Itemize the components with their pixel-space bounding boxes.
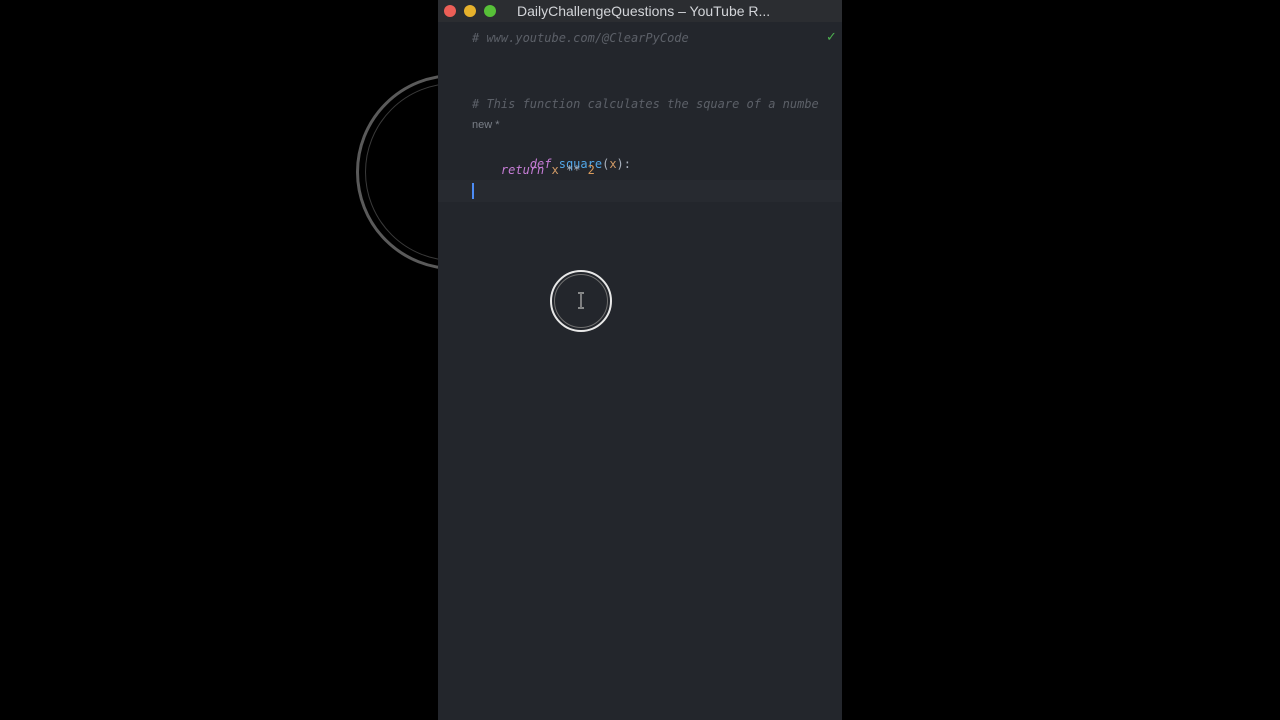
screen: DailyChallengeQuestions – YouTube R... ✓… [0,0,1280,720]
text-caret [472,183,474,199]
current-line-highlight [438,180,842,202]
return-keyword: return [500,163,545,177]
checkmark-icon: ✓ [826,30,837,45]
return-line: return x ** 2 [472,162,595,178]
mouse-cursor-highlight [550,270,612,332]
close-window-button[interactable] [444,5,456,17]
parameter-x: x [609,157,617,171]
editor-window: DailyChallengeQuestions – YouTube R... ✓… [438,0,842,720]
inlay-hint-new: new * [472,119,500,131]
comment-url-line: # www.youtube.com/@ClearPyCode [472,31,689,45]
ibeam-cursor-icon [578,292,584,309]
title-bar[interactable]: DailyChallengeQuestions – YouTube R... [438,0,842,22]
close-paren: ): [616,157,631,171]
minimize-window-button[interactable] [464,5,476,17]
power-operator: ** [565,163,581,177]
maximize-window-button[interactable] [484,5,496,17]
window-title: DailyChallengeQuestions – YouTube R... [517,3,771,19]
exponent-number: 2 [587,163,595,177]
comment-description-line: # This function calculates the square of… [472,97,819,111]
return-variable: x [551,163,559,177]
code-editor[interactable]: ✓ # www.youtube.com/@ClearPyCode # This … [438,22,842,720]
